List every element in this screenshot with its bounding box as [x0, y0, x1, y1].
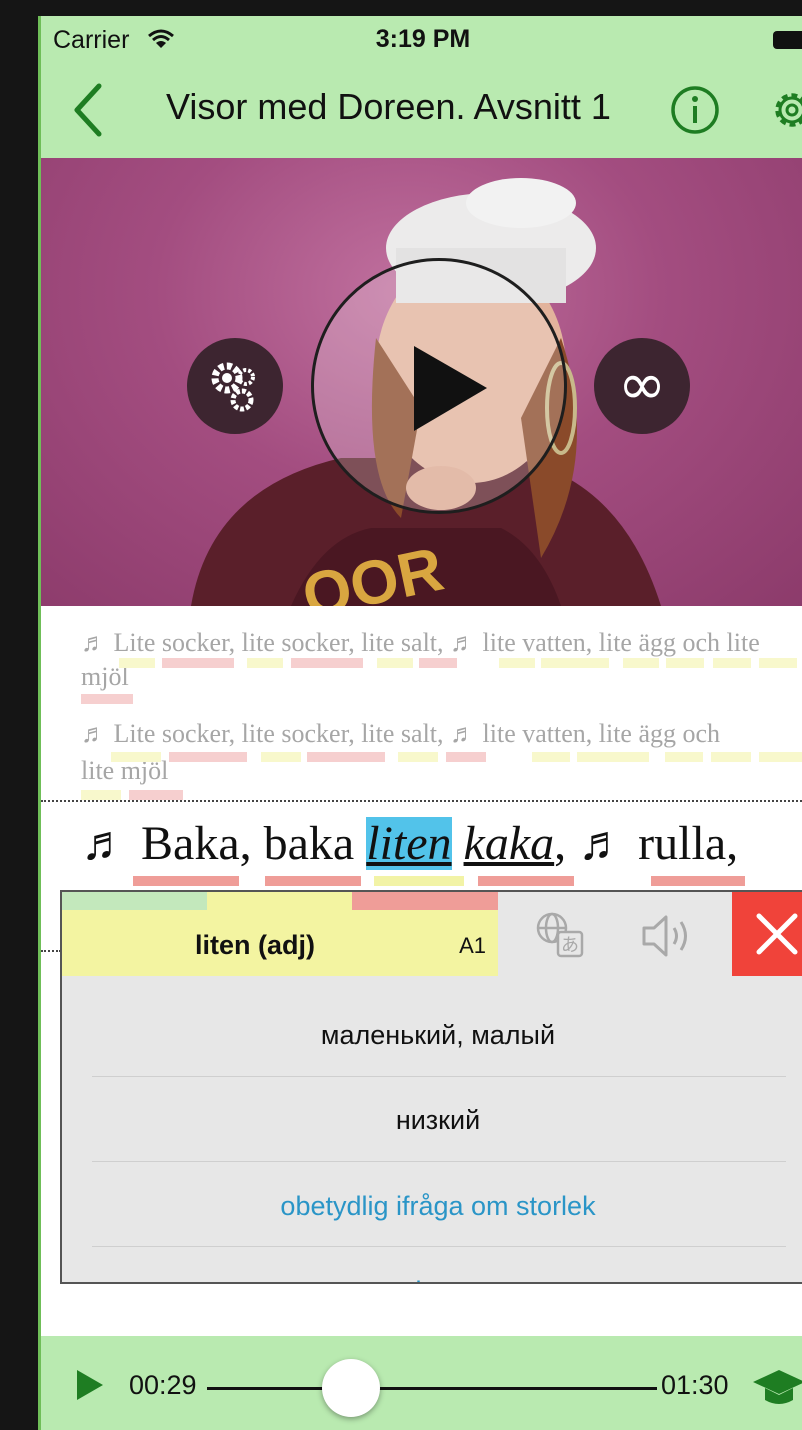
loop-button[interactable]: ∞ [594, 338, 690, 434]
status-bar: Carrier 3:19 PM [41, 16, 802, 62]
translation-item[interactable]: низкий [62, 1105, 802, 1136]
lyric-text[interactable]: , ♬ rulla, [554, 817, 738, 870]
word-title: liten (adj) [195, 930, 315, 960]
play-icon [77, 1370, 103, 1400]
close-icon [756, 913, 798, 955]
speaker-icon [642, 915, 687, 957]
translate-icon: あ [536, 912, 584, 958]
current-line-separator [41, 800, 802, 802]
dictionary-popup: liten (adj) A1 あ маленький, малый низкий… [60, 890, 802, 1284]
line-separator-stub [41, 950, 61, 952]
selected-word[interactable]: liten [366, 817, 452, 870]
app-screen: Carrier 3:19 PM Visor med Doreen. Avsnit… [38, 16, 802, 1430]
graduation-cap-icon[interactable] [753, 1366, 802, 1410]
translate-button[interactable]: あ [532, 908, 588, 960]
definition-item[interactable]: kort [62, 1276, 802, 1282]
video-play-button[interactable] [311, 258, 567, 514]
info-icon [671, 86, 719, 134]
slider-thumb[interactable] [322, 1359, 380, 1417]
svg-text:あ: あ [561, 935, 579, 956]
current-lyric-line[interactable]: ♬ Baka, baka liten kaka, ♬ rulla, [81, 816, 738, 871]
infinity-icon: ∞ [617, 350, 667, 418]
lyric-line[interactable]: ♬ Lite socker, lite socker, lite salt, ♬… [81, 628, 760, 658]
video-settings-button[interactable] [187, 338, 283, 434]
word-header: liten (adj) A1 [62, 892, 498, 976]
back-button[interactable] [69, 82, 109, 138]
current-time: 00:29 [129, 1370, 197, 1400]
lyric-word[interactable]: kaka [464, 817, 555, 870]
divider [92, 1246, 786, 1247]
definition-item[interactable]: obetydlig ifråga om storlek [62, 1191, 802, 1222]
gears-icon [211, 362, 255, 412]
translation-item[interactable]: маленький, малый [62, 1020, 802, 1051]
play-icon [414, 346, 487, 431]
gear-icon [775, 93, 802, 127]
divider [92, 1161, 786, 1162]
lyric-text[interactable]: ♬ Baka, baka [81, 817, 366, 870]
settings-button[interactable] [766, 84, 802, 136]
cefr-level-badge: A1 [459, 933, 486, 958]
battery-icon [773, 31, 802, 49]
info-button[interactable] [669, 84, 721, 136]
total-time: 01:30 [661, 1370, 729, 1400]
navigation-bar: Visor med Doreen. Avsnitt 1 [41, 62, 802, 158]
play-button[interactable] [75, 1368, 105, 1402]
video-player[interactable]: OOR ∞ [41, 158, 802, 606]
divider [92, 1076, 786, 1077]
chevron-left-icon [74, 83, 102, 137]
lyric-line[interactable]: ♬ Lite socker, lite socker, lite salt, ♬… [81, 719, 720, 749]
sound-button[interactable] [640, 912, 696, 960]
status-time: 3:19 PM [375, 25, 471, 53]
audio-player-bar: 00:29 01:30 [41, 1336, 802, 1430]
progress-slider[interactable] [207, 1387, 657, 1390]
page-title: Visor med Doreen. Avsnitt 1 [166, 86, 611, 127]
close-button[interactable] [732, 892, 802, 976]
